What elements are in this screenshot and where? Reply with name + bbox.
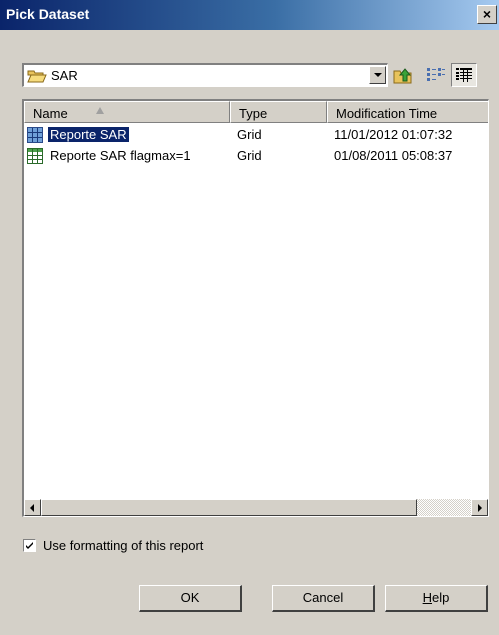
ok-button-label: OK xyxy=(180,590,200,605)
cancel-button[interactable]: Cancel xyxy=(272,585,375,612)
horizontal-scrollbar[interactable] xyxy=(24,499,488,516)
checkmark-icon xyxy=(26,542,33,549)
details-view-icon xyxy=(456,68,472,82)
close-icon: × xyxy=(482,6,492,22)
scroll-right-button[interactable] xyxy=(471,499,488,516)
column-header-type-label: Type xyxy=(239,106,268,121)
row-type: Grid xyxy=(237,148,262,163)
help-button-label: elp xyxy=(432,590,450,605)
column-header-name[interactable]: Name xyxy=(24,101,230,123)
ok-button[interactable]: OK xyxy=(139,585,242,612)
combo-dropdown-button[interactable] xyxy=(369,66,386,84)
up-one-level-button[interactable] xyxy=(391,63,415,87)
details-view-button[interactable] xyxy=(451,63,477,87)
use-formatting-label[interactable]: Use formatting of this report xyxy=(43,538,203,553)
grid-dataset-icon xyxy=(27,148,43,164)
use-formatting-checkbox[interactable] xyxy=(23,539,36,552)
location-combobox[interactable]: SAR xyxy=(22,63,388,87)
window-title: Pick Dataset xyxy=(6,6,90,22)
scrollbar-thumb[interactable] xyxy=(41,499,417,516)
location-value: SAR xyxy=(51,68,78,83)
grid-dataset-icon xyxy=(27,127,43,143)
help-button-accel: H xyxy=(422,590,433,605)
table-row[interactable]: Reporte SAR flagmax=1 Grid 01/08/2011 05… xyxy=(24,146,488,167)
dataset-list[interactable]: Name Type Modification Time Reporte SAR … xyxy=(22,99,489,517)
row-modified: 11/01/2012 01:07:32 xyxy=(334,127,453,142)
cancel-button-label: Cancel xyxy=(302,590,344,605)
list-view-icon xyxy=(427,68,445,81)
row-name: Reporte SAR xyxy=(47,126,130,143)
list-view-button[interactable] xyxy=(424,63,448,87)
up-one-level-icon xyxy=(393,68,412,84)
scroll-left-button[interactable] xyxy=(24,499,41,516)
row-name: Reporte SAR flagmax=1 xyxy=(50,148,191,163)
folder-open-icon xyxy=(27,70,47,83)
close-button[interactable]: × xyxy=(477,5,497,24)
row-modified: 01/08/2011 05:08:37 xyxy=(334,148,453,163)
title-bar[interactable]: Pick Dataset × xyxy=(0,0,499,30)
column-header-modification-time[interactable]: Modification Time xyxy=(327,101,488,123)
column-header-type[interactable]: Type xyxy=(230,101,327,123)
help-button[interactable]: Help xyxy=(385,585,488,612)
table-row[interactable]: Reporte SAR Grid 11/01/2012 01:07:32 xyxy=(24,125,488,146)
column-header-modification-time-label: Modification Time xyxy=(336,106,438,121)
sort-ascending-icon xyxy=(96,107,104,114)
column-header-name-label: Name xyxy=(33,106,68,121)
row-type: Grid xyxy=(237,127,262,142)
